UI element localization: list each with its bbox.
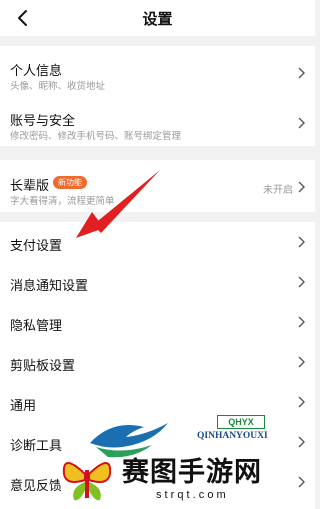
chevron-right-icon — [298, 356, 305, 368]
settings-row-feedback[interactable]: 意见反馈 — [0, 462, 315, 502]
settings-row-notifications[interactable]: 消息通知设置 — [0, 262, 315, 302]
chevron-right-icon — [298, 316, 305, 328]
row-label: 意见反馈 — [10, 478, 63, 493]
settings-row-general[interactable]: 通用 — [0, 382, 315, 422]
row-label: 个人信息 — [10, 63, 63, 78]
status-text: 未开启 — [263, 185, 293, 196]
settings-row-payment[interactable]: 支付设置 — [0, 222, 315, 262]
new-feature-badge: 新功能 — [53, 176, 87, 189]
settings-row-diagnostics[interactable]: 诊断工具 — [0, 422, 315, 462]
row-subtitle: 头像、昵称、收货地址 — [10, 81, 106, 92]
row-label: 诊断工具 — [10, 438, 63, 453]
row-subtitle: 修改密码、修改手机号码、账号绑定管理 — [10, 131, 182, 142]
row-label: 支付设置 — [10, 238, 63, 253]
chevron-right-icon — [298, 476, 305, 488]
settings-row-privacy[interactable]: 隐私管理 — [0, 302, 315, 342]
chevron-right-icon — [298, 117, 305, 129]
row-label: 通用 — [10, 398, 37, 413]
row-subtitle: 字大看得清，流程更简单 — [10, 196, 115, 207]
chevron-right-icon — [298, 396, 305, 408]
chevron-right-icon — [298, 67, 305, 79]
row-label: 账号与安全 — [10, 113, 76, 128]
row-label: 长辈版 — [10, 178, 50, 193]
settings-row-clipboard[interactable]: 剪贴板设置 — [0, 342, 315, 382]
settings-row-personal-info[interactable]: 个人信息 头像、昵称、收货地址 — [0, 46, 315, 96]
chevron-right-icon — [298, 436, 305, 448]
row-label: 消息通知设置 — [10, 278, 89, 293]
account-section: 个人信息 头像、昵称、收货地址 账号与安全 修改密码、修改手机号码、账号绑定管理 — [0, 46, 315, 146]
settings-list: 支付设置 消息通知设置 隐私管理 剪贴板设置 通用 诊断工具 意见反馈 — [0, 222, 315, 509]
chevron-right-icon — [298, 236, 305, 248]
settings-row-elder-mode[interactable]: 长辈版 新功能 字大看得清，流程更简单 未开启 — [0, 160, 315, 212]
chevron-right-icon — [298, 181, 305, 193]
elder-mode-section: 长辈版 新功能 字大看得清，流程更简单 未开启 — [0, 160, 315, 212]
top-bar: 设置 — [0, 0, 315, 36]
row-label: 隐私管理 — [10, 318, 63, 333]
row-label: 剪贴板设置 — [10, 358, 76, 373]
settings-row-account-security[interactable]: 账号与安全 修改密码、修改手机号码、账号绑定管理 — [0, 98, 315, 146]
chevron-right-icon — [298, 276, 305, 288]
page-title: 设置 — [142, 11, 173, 28]
